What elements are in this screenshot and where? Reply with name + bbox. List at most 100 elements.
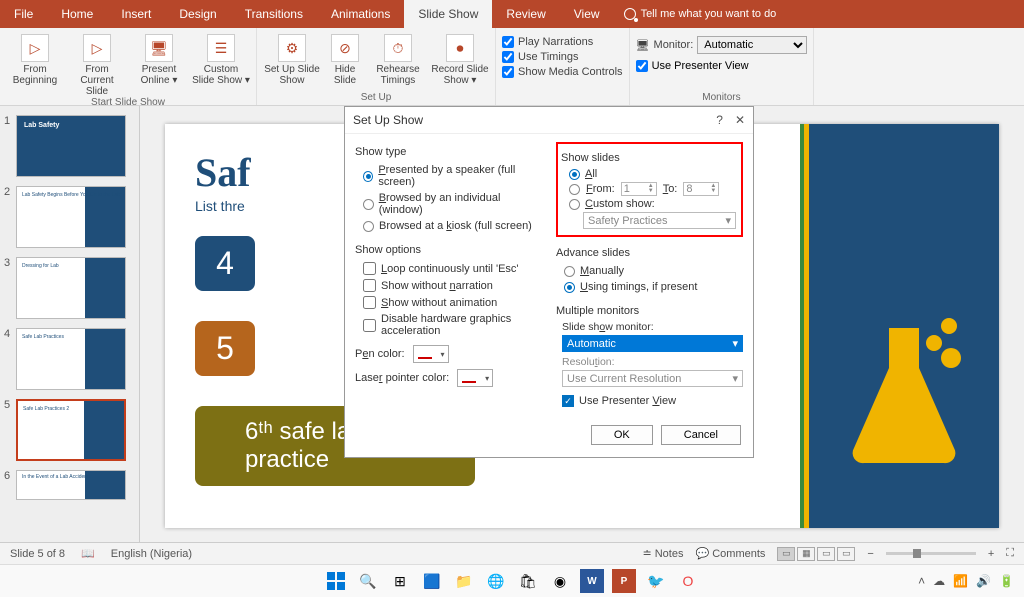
- presenter-view-check[interactable]: Use Presenter View: [636, 60, 808, 72]
- radio-from[interactable]: From: ▲▼ To: ▲▼: [569, 182, 736, 196]
- thumbnail-2[interactable]: Lab Safety Begins Before You Go to the L…: [16, 186, 126, 248]
- radio-custom-show[interactable]: Custom show:: [569, 198, 736, 210]
- menu-tabs: File Home Insert Design Transitions Anim…: [0, 0, 1024, 28]
- tab-design[interactable]: Design: [165, 0, 230, 28]
- chrome-icon[interactable]: ◉: [548, 569, 572, 593]
- slide-box-5: 5: [195, 321, 255, 376]
- tab-home[interactable]: Home: [47, 0, 107, 28]
- language-label[interactable]: English (Nigeria): [111, 548, 192, 560]
- word-icon[interactable]: W: [580, 569, 604, 593]
- battery-icon[interactable]: 🔋: [999, 574, 1014, 588]
- task-view-icon[interactable]: ⊞: [388, 569, 412, 593]
- spellcheck-icon[interactable]: 📖: [81, 547, 95, 560]
- cancel-button[interactable]: Cancel: [661, 425, 741, 445]
- app-icon[interactable]: 🐦: [644, 569, 668, 593]
- wifi-icon[interactable]: 📶: [953, 574, 968, 588]
- tell-me-label: Tell me what you want to do: [641, 8, 777, 20]
- explorer-icon[interactable]: 📁: [452, 569, 476, 593]
- hide-slide-button[interactable]: ⊘Hide Slide: [325, 32, 365, 86]
- opera-icon[interactable]: O: [676, 569, 700, 593]
- from-beginning-button[interactable]: ▷From Beginning: [6, 32, 64, 97]
- notes-button[interactable]: ≐ Notes: [642, 547, 683, 560]
- radio-presented[interactable]: Presented by a speaker (full screen): [363, 164, 542, 188]
- monitor-select[interactable]: Automatic: [697, 36, 807, 54]
- show-options-label: Show options: [355, 244, 542, 256]
- tab-view[interactable]: View: [560, 0, 614, 28]
- fit-icon[interactable]: ⛶: [1006, 547, 1014, 560]
- resolution-dropdown[interactable]: Use Current Resolution▾: [562, 370, 743, 387]
- radio-all[interactable]: All: [569, 168, 736, 180]
- cloud-icon[interactable]: ☁: [933, 574, 945, 588]
- group-monitors-label: Monitors: [702, 92, 740, 103]
- store-icon[interactable]: 🛍: [516, 569, 540, 593]
- monitor-icon: 🖥: [636, 39, 650, 52]
- disable-hw-check[interactable]: Disable hardware graphics acceleration: [363, 313, 542, 337]
- tab-file[interactable]: File: [0, 0, 47, 28]
- edge-icon[interactable]: 🌐: [484, 569, 508, 593]
- normal-view-icon[interactable]: ▭: [777, 547, 795, 561]
- lightbulb-icon: [624, 8, 636, 20]
- use-presenter-check[interactable]: ✓Use Presenter View: [562, 395, 743, 407]
- setup-slideshow-button[interactable]: ⚙Set Up Slide Show: [263, 32, 321, 86]
- zoom-slider[interactable]: [886, 552, 976, 555]
- system-tray[interactable]: ˄ ☁ 📶 🔊 🔋: [918, 574, 1014, 588]
- slide-monitor-label: Slide show monitor:: [562, 321, 743, 333]
- play-narrations-check[interactable]: Play Narrations: [502, 36, 623, 48]
- radio-manually[interactable]: Manually: [564, 265, 743, 277]
- tab-slideshow[interactable]: Slide Show: [404, 0, 492, 28]
- tab-transitions[interactable]: Transitions: [231, 0, 317, 28]
- laser-color-label: Laser pointer color:: [355, 372, 449, 384]
- loop-check[interactable]: Loop continuously until 'Esc': [363, 262, 542, 275]
- tab-review[interactable]: Review: [492, 0, 559, 28]
- custom-slideshow-button[interactable]: ☰Custom Slide Show ▾: [192, 32, 250, 97]
- rehearse-button[interactable]: ⏱Rehearse Timings: [369, 32, 427, 86]
- radio-browsed-kiosk[interactable]: Browsed at a kiosk (full screen): [363, 220, 542, 232]
- laser-color-picker[interactable]: [457, 369, 493, 387]
- show-media-check[interactable]: Show Media Controls: [502, 66, 623, 78]
- comments-button[interactable]: 💬 Comments: [695, 547, 765, 560]
- zoom-out-icon[interactable]: −: [867, 548, 873, 560]
- volume-icon[interactable]: 🔊: [976, 574, 991, 588]
- thumbnail-6[interactable]: In the Event of a Lab Accident…: [16, 470, 126, 500]
- tab-insert[interactable]: Insert: [107, 0, 165, 28]
- to-label: To:: [663, 183, 678, 195]
- thumbnail-panel[interactable]: 1Lab Safety 2Lab Safety Begins Before Yo…: [0, 106, 140, 546]
- resolution-label: Resolution:: [562, 356, 743, 368]
- sorter-view-icon[interactable]: ▦: [797, 547, 815, 561]
- custom-show-dropdown[interactable]: Safety Practices▾: [583, 212, 736, 229]
- no-narration-check[interactable]: Show without narration: [363, 279, 542, 292]
- slideshow-view-icon[interactable]: ▭: [837, 547, 855, 561]
- powerpoint-icon[interactable]: P: [612, 569, 636, 593]
- from-spinner[interactable]: ▲▼: [621, 182, 657, 196]
- start-icon[interactable]: [324, 569, 348, 593]
- radio-using-timings[interactable]: Using timings, if present: [564, 281, 743, 293]
- close-icon[interactable]: ✕: [735, 113, 745, 127]
- chevron-up-icon[interactable]: ˄: [918, 574, 925, 588]
- monitor-label: Monitor:: [654, 39, 694, 51]
- present-online-button[interactable]: 🖥Present Online ▾: [130, 32, 188, 97]
- tell-me-search[interactable]: Tell me what you want to do: [614, 0, 787, 28]
- thumbnail-4[interactable]: Safe Lab Practices: [16, 328, 126, 390]
- taskbar: 🔍 ⊞ 🟦 📁 🌐 🛍 ◉ W P 🐦 O ˄ ☁ 📶 🔊 🔋: [0, 564, 1024, 597]
- thumbnail-5[interactable]: Safe Lab Practices 2: [16, 399, 126, 461]
- no-animation-check[interactable]: Show without animation: [363, 296, 542, 309]
- show-type-label: Show type: [355, 146, 542, 158]
- record-button[interactable]: ⏺Record Slide Show ▾: [431, 32, 489, 86]
- thumbnail-3[interactable]: Dressing for Lab: [16, 257, 126, 319]
- zoom-in-icon[interactable]: +: [988, 548, 994, 560]
- use-timings-check[interactable]: Use Timings: [502, 51, 623, 63]
- status-bar: Slide 5 of 8 📖 English (Nigeria) ≐ Notes…: [0, 542, 1024, 564]
- widgets-icon[interactable]: 🟦: [420, 569, 444, 593]
- to-spinner[interactable]: ▲▼: [683, 182, 719, 196]
- pen-color-picker[interactable]: [413, 345, 449, 363]
- dialog-title: Set Up Show: [353, 113, 423, 127]
- reading-view-icon[interactable]: ▭: [817, 547, 835, 561]
- help-icon[interactable]: ?: [716, 113, 723, 127]
- ok-button[interactable]: OK: [591, 425, 653, 445]
- search-icon[interactable]: 🔍: [356, 569, 380, 593]
- thumbnail-1[interactable]: Lab Safety: [16, 115, 126, 177]
- radio-browsed-individual[interactable]: Browsed by an individual (window): [363, 192, 542, 216]
- tab-animations[interactable]: Animations: [317, 0, 404, 28]
- from-current-button[interactable]: ▷From Current Slide: [68, 32, 126, 97]
- slide-monitor-dropdown[interactable]: Automatic▾: [562, 335, 743, 352]
